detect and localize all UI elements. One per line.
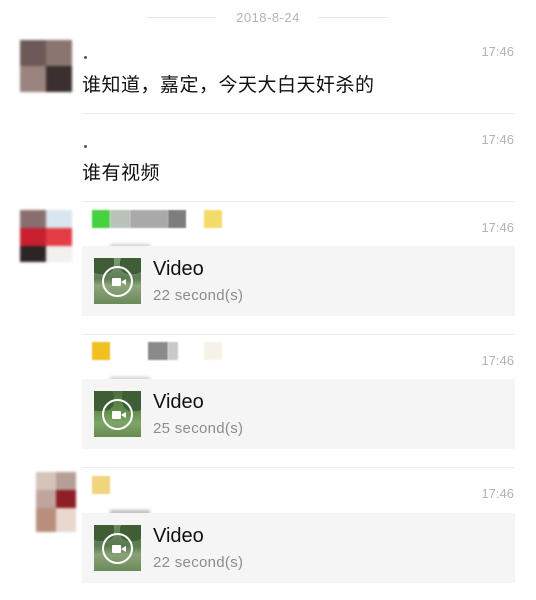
video-camera-icon bbox=[102, 266, 133, 297]
video-duration: 25 second(s) bbox=[153, 420, 244, 437]
date-separator-line-right bbox=[318, 17, 388, 18]
message-text[interactable]: 谁有视频 bbox=[82, 158, 160, 185]
video-title: Video bbox=[153, 391, 204, 413]
sender-name bbox=[92, 210, 232, 230]
video-thumbnail[interactable] bbox=[94, 258, 141, 304]
message-time: 17:46 bbox=[481, 486, 514, 501]
message-text[interactable]: 谁知道，嘉定，今天大白天奸杀的 bbox=[82, 70, 375, 97]
sender-name bbox=[84, 145, 87, 148]
message-time: 17:46 bbox=[481, 44, 514, 59]
video-duration: 22 second(s) bbox=[153, 287, 244, 304]
video-thumbnail[interactable] bbox=[94, 391, 141, 437]
date-separator: 2018-8-24 bbox=[0, 0, 536, 34]
video-thumbnail[interactable] bbox=[94, 525, 141, 571]
message-divider bbox=[82, 201, 514, 202]
sender-name bbox=[92, 476, 132, 496]
video-camera-icon bbox=[102, 399, 133, 430]
message-divider bbox=[82, 467, 514, 468]
video-title: Video bbox=[153, 258, 204, 280]
video-duration: 22 second(s) bbox=[153, 554, 244, 571]
video-message[interactable]: Video 25 second(s) bbox=[82, 379, 515, 449]
video-message[interactable]: Video 22 second(s) bbox=[82, 246, 515, 316]
date-label: 2018-8-24 bbox=[236, 10, 300, 25]
message-time: 17:46 bbox=[481, 353, 514, 368]
message-time: 17:46 bbox=[481, 220, 514, 235]
message-divider bbox=[82, 113, 514, 114]
message-divider bbox=[82, 334, 514, 335]
video-camera-icon bbox=[102, 533, 133, 564]
video-message[interactable]: Video 22 second(s) bbox=[82, 513, 515, 583]
avatar[interactable] bbox=[20, 210, 72, 262]
sender-name bbox=[92, 342, 232, 362]
avatar[interactable] bbox=[20, 40, 72, 92]
video-title: Video bbox=[153, 525, 204, 547]
message-time: 17:46 bbox=[481, 132, 514, 147]
avatar[interactable] bbox=[36, 472, 76, 532]
sender-name bbox=[84, 56, 87, 59]
